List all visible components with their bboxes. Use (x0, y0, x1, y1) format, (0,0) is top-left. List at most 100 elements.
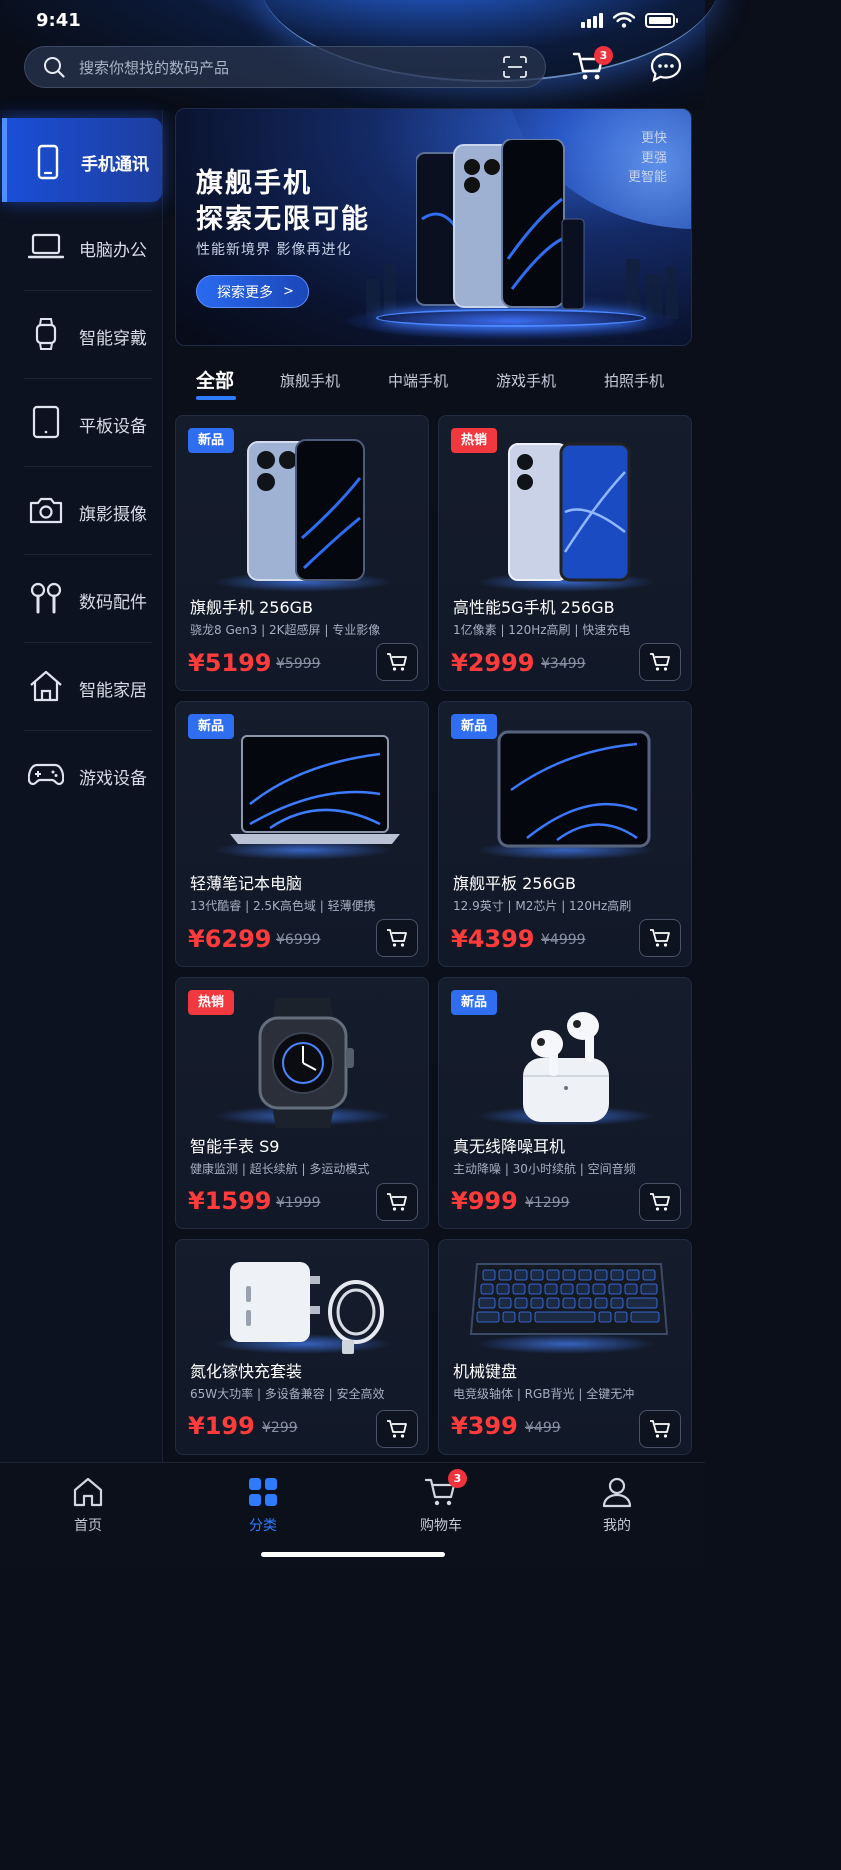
subcategory-tabs: 全部 旗舰手机 中端手机 游戏手机 拍照手机 (175, 358, 692, 402)
nav-home[interactable]: 首页 (38, 1475, 138, 1535)
original-price: ¥4999 (541, 932, 586, 948)
cart-icon (650, 929, 670, 947)
sidebar-item-phones[interactable]: 手机通讯 (2, 118, 162, 202)
nav-profile[interactable]: 我的 (567, 1475, 667, 1535)
add-to-cart-button[interactable] (376, 643, 418, 681)
add-to-cart-button[interactable] (376, 1183, 418, 1221)
scan-icon[interactable] (503, 56, 527, 78)
cart-count-badge: 3 (594, 46, 613, 65)
header-cart-button[interactable]: 3 (572, 46, 613, 86)
product-name: 智能手表 S9 (190, 1137, 280, 1156)
sidebar-item-gaming[interactable]: 游戏设备 (0, 730, 163, 818)
product-desc: 主动降噪 | 30小时续航 | 空间音频 (453, 1162, 636, 1176)
original-price: ¥1999 (276, 1195, 321, 1211)
tab-flagship[interactable]: 旗舰手机 (280, 370, 340, 391)
add-to-cart-button[interactable] (639, 919, 681, 957)
banner-phone-image (416, 139, 585, 310)
add-to-cart-button[interactable] (376, 919, 418, 957)
cart-icon (650, 1193, 670, 1211)
add-to-cart-button[interactable] (639, 1410, 681, 1448)
sidebar-item-tablets[interactable]: 平板设备 (0, 378, 163, 466)
cart-icon (387, 1420, 407, 1438)
product-desc: 骁龙8 Gen3 | 2K超感屏 | 专业影像 (190, 623, 381, 637)
product-card[interactable]: 新品 旗舰平板 256GB 12.9英寸 | M2芯片 | 120Hz高刷 ¥4… (438, 701, 692, 967)
cart-icon (650, 1420, 670, 1438)
product-desc: 12.9英寸 | M2芯片 | 120Hz高刷 (453, 899, 632, 913)
original-price: ¥1299 (525, 1195, 570, 1211)
product-name: 真无线降噪耳机 (453, 1137, 566, 1156)
tab-midrange[interactable]: 中端手机 (388, 370, 448, 391)
product-desc: 健康监测 | 超长续航 | 多运动模式 (190, 1162, 370, 1176)
nav-label: 分类 (249, 1518, 277, 1534)
cta-label: 探索更多 (217, 284, 273, 301)
product-name: 氮化镓快充套装 (190, 1362, 303, 1381)
chat-bubble-icon (650, 52, 682, 82)
product-desc: 65W大功率 | 多设备兼容 | 安全高效 (190, 1387, 385, 1401)
nav-cart[interactable]: 3 购物车 (391, 1469, 491, 1535)
new-badge: 新品 (188, 428, 235, 453)
phone-icon (37, 144, 59, 180)
product-card[interactable]: 氮化镓快充套装 65W大功率 | 多设备兼容 | 安全高效 ¥199 ¥299 (175, 1239, 429, 1455)
message-button[interactable] (650, 52, 684, 84)
product-card[interactable]: 新品 轻薄笔记本电脑 13代酷睿 | 2.5K高色域 | 轻薄便携 ¥6299 … (175, 701, 429, 967)
product-card[interactable]: 热销 高性能5G手机 256GB 1亿像素 | 120Hz高刷 | 快速充电 ¥… (438, 415, 692, 691)
nav-label: 首页 (74, 1518, 102, 1534)
category-icon (246, 1475, 280, 1509)
search-icon (44, 57, 65, 78)
product-price: ¥6299 (188, 925, 272, 953)
add-to-cart-button[interactable] (639, 643, 681, 681)
tab-camera[interactable]: 拍照手机 (604, 370, 664, 391)
active-tab-indicator (196, 396, 236, 400)
nav-category[interactable]: 分类 (213, 1475, 313, 1535)
product-desc: 电竞级轴体 | RGB背光 | 全键无冲 (453, 1387, 635, 1401)
original-price: ¥5999 (276, 656, 321, 672)
promo-banner[interactable]: 旗舰手机 探索无限可能 性能新境界 影像再进化 探索更多 > 更快 更强 更智能 (175, 108, 692, 346)
explore-more-button[interactable]: 探索更多 > (196, 275, 309, 308)
sidebar-item-accessories[interactable]: 数码配件 (0, 554, 163, 642)
hot-badge: 热销 (451, 428, 498, 453)
sidebar-item-label: 游戏设备 (79, 769, 147, 789)
sidebar-item-label: 智能家居 (79, 681, 147, 701)
search-bar[interactable]: 搜索你想找的数码产品 (24, 46, 546, 88)
sidebar-item-smart-home[interactable]: 智能家居 (0, 642, 163, 730)
cart-icon (650, 653, 670, 671)
cart-icon (387, 929, 407, 947)
product-image-watch (258, 998, 354, 1128)
search-input[interactable]: 搜索你想找的数码产品 (79, 57, 503, 78)
product-name: 旗舰平板 256GB (453, 874, 577, 893)
add-to-cart-button[interactable] (639, 1183, 681, 1221)
product-image-keyboard (469, 1263, 669, 1335)
sidebar-item-wearables[interactable]: 智能穿戴 (0, 290, 163, 378)
product-price: ¥2999 (451, 649, 535, 677)
home-icon (30, 670, 62, 702)
product-card[interactable]: 新品 真无线降噪耳机 主动降噪 | 30小时续航 | 空间音频 ¥999 ¥12… (438, 977, 692, 1229)
product-card[interactable]: 机械键盘 电竞级轴体 | RGB背光 | 全键无冲 ¥399 ¥499 (438, 1239, 692, 1455)
product-price: ¥399 (451, 1412, 518, 1440)
product-card[interactable]: 热销 智能手表 S9 健康监测 | 超长续航 | 多运动模式 ¥1599 ¥19… (175, 977, 429, 1229)
banner-tag: 更快 (640, 131, 667, 146)
product-image-earbuds (523, 1012, 609, 1122)
status-time: 9:41 (36, 10, 81, 31)
product-price: ¥5199 (188, 649, 272, 677)
earbuds-icon (30, 582, 62, 614)
hot-badge: 热销 (188, 990, 235, 1015)
product-price: ¥199 (188, 1412, 255, 1440)
cart-count-badge: 3 (448, 1469, 467, 1488)
tab-gaming[interactable]: 游戏手机 (496, 370, 556, 391)
banner-tag: 更强 (640, 151, 667, 166)
product-card[interactable]: 新品 旗舰手机 256GB 骁龙8 Gen3 | 2K超感屏 | 专业影像 ¥5… (175, 415, 429, 691)
product-image-charger (230, 1262, 384, 1354)
sidebar-item-cameras[interactable]: 旗影摄像 (0, 466, 163, 554)
category-sidebar: 手机通讯 电脑办公 智能穿戴 平板设备 旗影摄像 数码配件 智能家居 游戏设备 (0, 110, 163, 1462)
product-price: ¥4399 (451, 925, 535, 953)
sidebar-item-label: 旗影摄像 (79, 505, 147, 525)
battery-icon (645, 12, 678, 28)
tab-all[interactable]: 全部 (196, 366, 234, 393)
add-to-cart-button[interactable] (376, 1410, 418, 1448)
status-bar: 9:41 (0, 0, 705, 44)
original-price: ¥499 (525, 1420, 561, 1436)
product-image-phone (508, 442, 631, 582)
watch-icon (35, 318, 57, 350)
sidebar-item-computers[interactable]: 电脑办公 (0, 202, 163, 290)
product-name: 旗舰手机 256GB (190, 598, 314, 617)
